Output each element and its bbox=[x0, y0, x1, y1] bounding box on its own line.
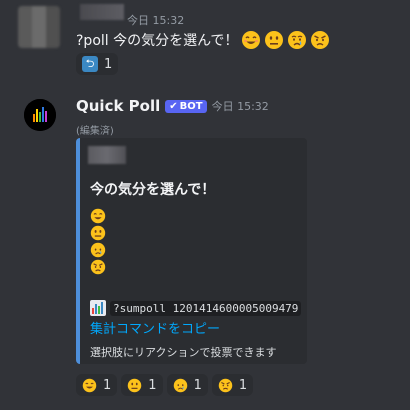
user-avatar[interactable] bbox=[18, 6, 60, 48]
reaction-bar: 1 1 1 1 bbox=[76, 374, 254, 396]
embed-footer: 選択肢にリアクションで投票できます bbox=[90, 346, 277, 359]
smiling-face-icon bbox=[90, 208, 106, 224]
neutral-face-icon bbox=[128, 378, 142, 392]
edited-label: (編集済) bbox=[76, 126, 114, 137]
embed-title: 今の気分を選んで！ bbox=[90, 182, 216, 198]
verified-check-icon: ✔ bbox=[169, 100, 178, 112]
neutral-face-icon bbox=[90, 225, 106, 241]
reaction-repeat[interactable]: ⮌ 1 bbox=[76, 53, 119, 75]
copy-command-link[interactable]: 集計コマンドをコピー bbox=[90, 318, 220, 337]
bot-message-timestamp: 今日 15:32 bbox=[211, 100, 269, 113]
bot-badge: ✔ BOT bbox=[165, 99, 207, 113]
reaction-angry[interactable]: 1 bbox=[211, 374, 254, 396]
repeat-icon: ⮌ bbox=[82, 56, 98, 72]
crying-face-icon bbox=[90, 242, 106, 258]
sumpoll-command-row: ?sumpoll 1201414600005009479 bbox=[90, 300, 302, 316]
bot-name[interactable]: Quick Poll bbox=[76, 97, 160, 115]
neutral-face-icon bbox=[265, 31, 284, 49]
angry-face-icon bbox=[218, 378, 233, 392]
crying-face-icon bbox=[288, 31, 307, 49]
message-content: ?poll 今の気分を選んで！ bbox=[76, 30, 330, 50]
reaction-count: 1 bbox=[104, 56, 113, 72]
bar-chart-logo-icon bbox=[24, 99, 56, 131]
bot-badge-label: BOT bbox=[179, 100, 203, 112]
angry-face-icon bbox=[90, 259, 106, 275]
bar-chart-icon bbox=[90, 300, 106, 316]
reaction-count: 1 bbox=[103, 377, 112, 393]
poll-embed: 今の気分を選んで！ ?sumpoll 1201414600005009479 集… bbox=[76, 138, 307, 364]
reaction-count: 1 bbox=[193, 377, 202, 393]
reaction-crying[interactable]: 1 bbox=[166, 374, 208, 396]
sumpoll-command: ?sumpoll 1201414600005009479 bbox=[110, 300, 302, 316]
crying-face-icon bbox=[173, 378, 187, 392]
embed-author[interactable] bbox=[88, 146, 126, 164]
message-timestamp: 今日 15:32 bbox=[127, 14, 185, 27]
smiling-face-icon bbox=[82, 378, 97, 392]
angry-face-icon bbox=[311, 31, 330, 49]
reaction-neutral[interactable]: 1 bbox=[121, 374, 163, 396]
reaction-smiling[interactable]: 1 bbox=[76, 374, 118, 396]
reaction-count: 1 bbox=[238, 377, 248, 393]
reaction-count: 1 bbox=[148, 377, 157, 393]
smiling-face-icon bbox=[242, 31, 261, 49]
bot-message-header: Quick Poll ✔ BOT 今日 15:32 bbox=[76, 97, 269, 115]
poll-options bbox=[90, 208, 106, 275]
message-text: ?poll 今の気分を選んで！ bbox=[76, 33, 239, 49]
bot-avatar[interactable] bbox=[24, 99, 56, 131]
username[interactable] bbox=[80, 4, 124, 20]
